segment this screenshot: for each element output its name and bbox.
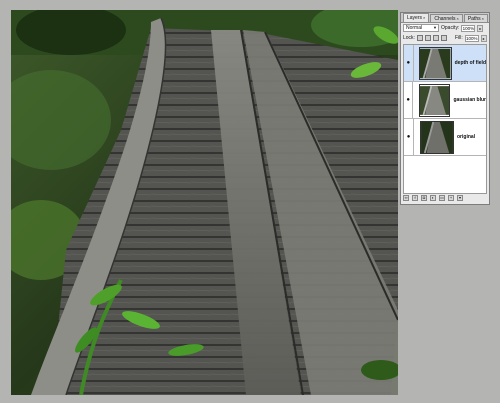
close-icon[interactable]: × — [457, 16, 459, 21]
tab-paths-label: Paths — [467, 16, 481, 22]
lock-transparency-icon[interactable] — [416, 35, 423, 41]
adjustment-layer-icon[interactable]: ◐ — [430, 195, 436, 201]
layer-row-gaussian-blur[interactable]: ● gaussian blur — [404, 82, 486, 119]
chevron-down-icon: ▼ — [433, 25, 437, 30]
opacity-field[interactable]: 100% — [461, 24, 476, 32]
lock-label: Lock: — [403, 35, 415, 41]
layer-name: depth of field — [454, 60, 486, 66]
opacity-slider-button[interactable]: ▸ — [477, 24, 484, 32]
palette-tabs: Layers× Channels× Paths× — [401, 13, 489, 23]
blend-mode-select[interactable]: Normal ▼ — [403, 24, 439, 32]
blend-mode-value: Normal — [406, 25, 423, 31]
fill-label: Fill: — [454, 35, 463, 41]
thumbnail-image — [420, 48, 451, 78]
tab-channels[interactable]: Channels× — [430, 14, 463, 22]
tab-layers-label: Layers — [407, 15, 423, 21]
bridge-photo — [11, 10, 398, 395]
blend-row: Normal ▼ Opacity: 100% ▸ — [401, 23, 489, 33]
thumbnail-image — [419, 85, 450, 115]
layer-name: gaussian blur — [453, 97, 486, 103]
tab-channels-label: Channels — [434, 16, 456, 22]
lock-row: Lock: Fill: 100% ▸ — [401, 33, 489, 43]
fill-field[interactable]: 100% — [464, 34, 479, 42]
tab-layers[interactable]: Layers× — [403, 13, 430, 22]
new-layer-icon[interactable]: + — [448, 195, 454, 201]
photo-canvas[interactable] — [11, 10, 398, 395]
layer-name: original — [457, 134, 476, 140]
lock-brush-icon[interactable] — [424, 35, 431, 41]
close-icon[interactable]: × — [482, 16, 484, 21]
eye-icon[interactable]: ● — [404, 45, 414, 81]
layer-row-original[interactable]: ● original — [404, 119, 486, 156]
close-icon[interactable]: × — [423, 15, 425, 20]
trash-icon[interactable]: ▾ — [457, 195, 463, 201]
lock-move-icon[interactable] — [432, 35, 439, 41]
layer-style-icon[interactable]: f — [412, 195, 418, 201]
layer-mask-icon[interactable]: ◘ — [421, 195, 427, 201]
tab-paths[interactable]: Paths× — [463, 14, 488, 22]
palette-bottom-bar: ∞ f ◘ ◐ ▭ + ▾ — [403, 194, 487, 202]
thumbnail-image — [421, 121, 453, 153]
eye-icon[interactable]: ● — [404, 82, 414, 118]
layer-row-depth-of-field[interactable]: ● depth of field — [404, 45, 486, 82]
fill-slider-button[interactable]: ▸ — [480, 34, 487, 42]
layers-list: ● depth of field ● gaussian blur ● origi… — [403, 44, 487, 194]
layer-thumbnail — [418, 83, 451, 117]
opacity-label: Opacity: — [441, 25, 460, 31]
link-layers-icon[interactable]: ∞ — [403, 195, 409, 201]
new-group-icon[interactable]: ▭ — [439, 195, 445, 201]
layer-thumbnail — [419, 46, 452, 80]
layers-palette: Layers× Channels× Paths× Normal ▼ Opacity… — [400, 12, 490, 205]
eye-icon[interactable]: ● — [404, 119, 414, 155]
layer-thumbnail — [420, 120, 454, 154]
lock-all-icon[interactable] — [440, 35, 447, 41]
